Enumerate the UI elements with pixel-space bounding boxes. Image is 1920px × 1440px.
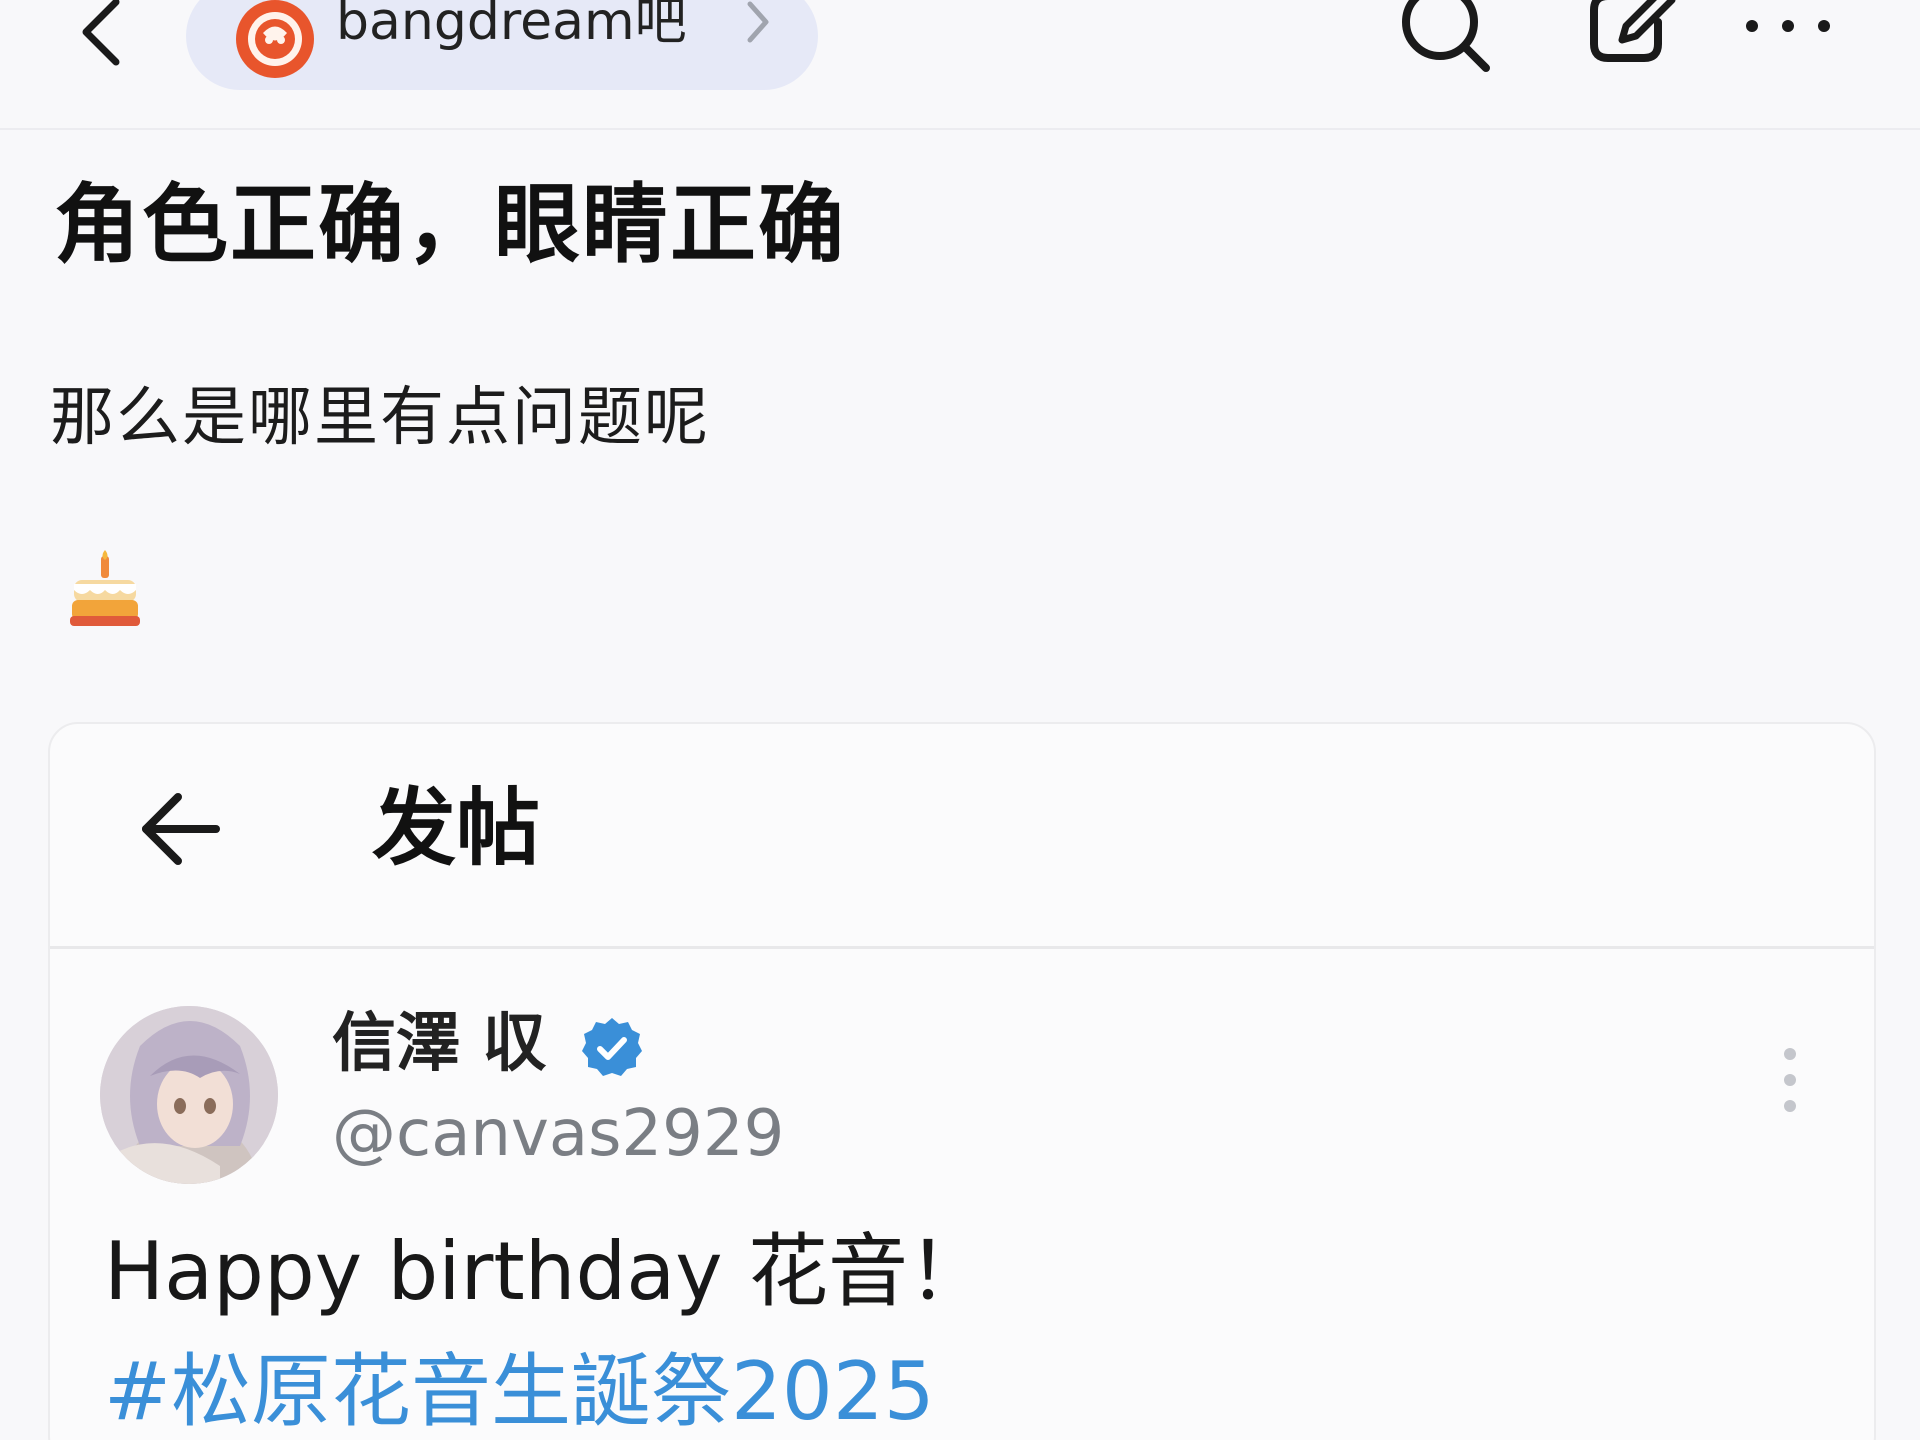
embedded-page-title: 发帖 xyxy=(372,779,541,877)
author-handle: @canvas2929 xyxy=(332,1097,785,1171)
arrow-left-icon xyxy=(142,793,220,865)
post-title: 角色正确，眼睛正确 xyxy=(54,175,846,275)
post-detail-page: bangdream吧 角色正确，眼睛正确 那么是哪里有点问题呢 发帖 信澤 収 … xyxy=(0,0,1920,1440)
forum-name: bangdream吧 xyxy=(336,0,687,52)
author-name: 信澤 収 xyxy=(332,1007,547,1081)
more-icon xyxy=(1746,20,1830,32)
hashtag-link[interactable]: #松原花音生誕祭2025 xyxy=(104,1344,935,1440)
chevron-right-icon xyxy=(747,1,769,43)
compose-button[interactable] xyxy=(1588,0,1676,80)
forum-logo-icon xyxy=(236,0,314,78)
verified-badge-icon xyxy=(582,1018,642,1076)
forum-entry-button[interactable]: bangdream吧 xyxy=(186,0,818,90)
compose-icon xyxy=(1590,0,1676,62)
post-body-text: 那么是哪里有点问题呢 xyxy=(50,381,710,455)
search-icon xyxy=(1402,0,1490,72)
search-button[interactable] xyxy=(1398,0,1494,80)
tweet-text: Happy birthday 花音！ xyxy=(104,1225,989,1318)
embedded-header: 发帖 xyxy=(50,724,1874,949)
back-icon xyxy=(82,0,120,66)
cake-icon xyxy=(70,550,140,626)
avatar xyxy=(100,1006,278,1184)
more-button[interactable] xyxy=(1738,0,1838,60)
more-vertical-icon xyxy=(1784,1048,1796,1112)
top-nav-bar: bangdream吧 xyxy=(0,0,1920,130)
embedded-screenshot[interactable]: 发帖 信澤 収 @canvas2929 Happy birthday 花音！ #… xyxy=(48,722,1876,1440)
back-button[interactable] xyxy=(70,0,130,70)
